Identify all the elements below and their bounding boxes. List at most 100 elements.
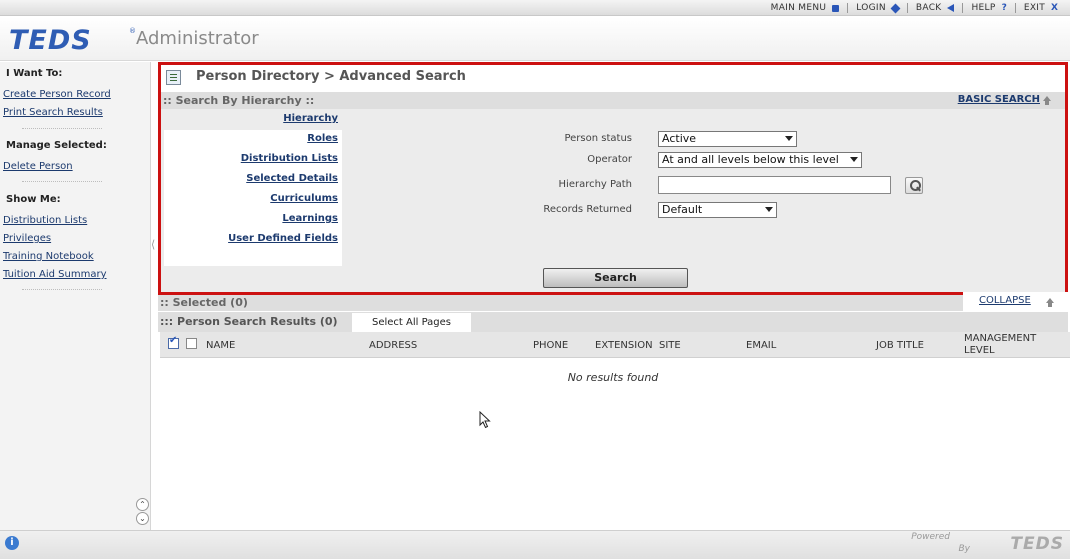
column-name[interactable]: NAME [206,340,235,351]
results-count-label: ::: Person Search Results (0) [160,315,338,328]
nav-separator [962,3,964,13]
operator-value: At and all levels below this level [662,153,839,166]
selected-count-label: :: Selected (0) [160,296,248,309]
app-name: Administrator [136,28,259,49]
teds-logo: TEDS [9,25,92,56]
criteria-roles-link[interactable]: Roles [307,133,338,144]
nav-separator [906,3,908,13]
show-me-title: Show Me: [6,194,61,205]
records-returned-select[interactable]: Default [658,202,777,218]
footer-teds-logo: TEDS [1010,534,1064,554]
records-returned-value: Default [662,203,703,216]
close-icon: X [1051,3,1058,13]
scroll-down-button[interactable]: ⌄ [136,512,149,525]
column-management-level-line1: MANAGEMENT [964,333,1037,344]
manage-selected-title: Manage Selected: [6,140,107,151]
chevron-down-icon [765,207,773,212]
page-title: Person Directory > Advanced Search [196,69,466,84]
search-button-row: Search [161,266,1065,292]
nav-separator [1014,3,1016,13]
divider [22,181,102,182]
advanced-search-panel: Person Directory > Advanced Search :: Se… [158,62,1068,295]
back-triangle-icon [947,4,955,12]
column-address[interactable]: ADDRESS [369,340,417,351]
results-bar: ::: Person Search Results (0) Select All… [158,312,1068,332]
help-label: HELP [971,3,996,13]
search-by-hierarchy-label: :: Search By Hierarchy :: [163,94,315,107]
by-label: By [958,544,970,554]
column-site[interactable]: SITE [659,340,681,351]
criteria-user-defined-fields-link[interactable]: User Defined Fields [228,233,338,244]
exit-label: EXIT [1023,3,1046,13]
search-criteria-column: Hierarchy Roles Distribution Lists Selec… [161,109,342,266]
column-email[interactable]: EMAIL [746,340,776,351]
registered-mark: ® [129,27,136,35]
hierarchy-path-label: Hierarchy Path [558,179,632,190]
diamond-icon [890,3,901,13]
criteria-distribution-lists-link[interactable]: Distribution Lists [241,153,338,164]
magnifier-icon[interactable] [905,177,923,194]
sidebar-collapse-handle[interactable]: ⟨ [151,238,155,251]
criteria-learnings-link[interactable]: Learnings [282,213,338,224]
person-status-select[interactable]: Active [658,131,797,147]
person-status-label: Person status [564,133,632,144]
search-by-hierarchy-bar: :: Search By Hierarchy :: BASIC SEARCH [161,92,1065,109]
create-person-record-link[interactable]: Create Person Record [3,89,111,100]
column-management-level-line2: LEVEL [964,345,995,356]
exit-link[interactable]: EXIT X [1024,3,1058,13]
column-management-level[interactable]: MANAGEMENT LEVEL [964,333,1036,357]
login-label: LOGIN [856,3,886,13]
back-label: BACK [915,3,942,13]
top-nav-links: MAIN MENU LOGIN BACK HELP ? EXIT X [763,3,1058,13]
person-status-value: Active [662,132,697,145]
criteria-selected-details-link[interactable]: Selected Details [246,173,338,184]
scroll-up-button[interactable]: ⌃ [136,498,149,511]
directory-icon [166,70,181,85]
delete-person-link[interactable]: Delete Person [3,161,73,172]
nav-separator [847,3,849,13]
tuition-aid-summary-link[interactable]: Tuition Aid Summary [3,269,107,280]
results-table-header: NAME ADDRESS PHONE EXTENSION SITE EMAIL … [160,332,1070,358]
criteria-curriculums-link[interactable]: Curriculums [270,193,338,204]
operator-select[interactable]: At and all levels below this level [658,152,862,168]
print-search-results-link[interactable]: Print Search Results [3,107,103,118]
column-extension[interactable]: EXTENSION [595,340,653,351]
column-phone[interactable]: PHONE [533,340,568,351]
main-menu-label: MAIN MENU [770,3,827,13]
chevron-down-icon [785,136,793,141]
privileges-link[interactable]: Privileges [3,233,51,244]
hierarchy-path-input[interactable] [658,176,891,194]
square-icon [832,4,840,12]
up-arrow-icon [1042,96,1052,106]
top-navigation-bar: MAIN MENU LOGIN BACK HELP ? EXIT X [0,0,1070,16]
info-icon[interactable]: i [5,536,19,550]
training-notebook-link[interactable]: Training Notebook [3,251,94,262]
records-returned-label: Records Returned [543,204,632,215]
column-job-title[interactable]: JOB TITLE [876,340,924,351]
collapse-area: COLLAPSE [963,292,1068,311]
distribution-lists-link[interactable]: Distribution Lists [3,215,87,226]
i-want-to-title: I Want To: [6,68,63,79]
operator-label: Operator [587,154,632,165]
back-link[interactable]: BACK [916,3,955,13]
search-button[interactable]: Search [543,268,688,288]
basic-search-link[interactable]: BASIC SEARCH [958,94,1040,105]
collapse-link[interactable]: COLLAPSE [979,295,1031,306]
mouse-cursor-icon [479,411,491,429]
search-form: Person status Active Operator At and all… [342,109,1065,266]
no-results-message: No results found [567,371,659,384]
select-all-checkbox[interactable] [168,335,179,349]
app-header: TEDS ® Administrator [0,17,1070,61]
question-icon: ? [1001,3,1007,13]
left-sidebar: I Want To: Create Person Record Print Se… [0,62,151,530]
divider [22,128,102,129]
help-link[interactable]: HELP ? [971,3,1006,13]
login-link[interactable]: LOGIN [856,3,901,13]
main-menu-link[interactable]: MAIN MENU [771,3,840,13]
select-page-checkbox[interactable] [186,338,197,349]
up-arrow-icon [1045,298,1055,308]
criteria-hierarchy-link[interactable]: Hierarchy [283,113,338,124]
select-all-pages-tab[interactable]: Select All Pages [352,313,471,332]
divider [22,289,102,290]
powered-label: Powered [911,532,950,542]
